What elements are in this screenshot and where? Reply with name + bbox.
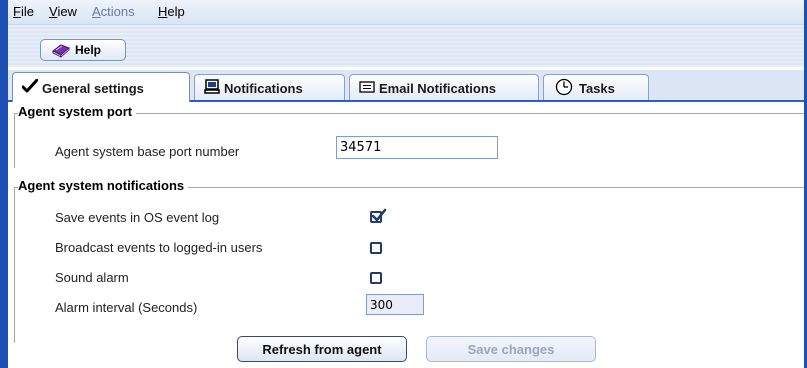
menu-help[interactable]: Help [158, 4, 185, 19]
sound-alarm-checkbox[interactable] [370, 272, 382, 284]
tab-general-settings-label: General settings [42, 81, 144, 96]
tab-strip: General settings Notifications Email Not… [8, 70, 804, 102]
menu-actions[interactable]: Actions [92, 4, 135, 19]
toolbar: Help [8, 25, 804, 67]
book-icon [51, 42, 71, 61]
port-group-border [14, 113, 15, 168]
menu-bar: File View Actions Help [8, 0, 804, 25]
save-events-label: Save events in OS event log [55, 210, 220, 225]
tab-notifications-label: Notifications [224, 81, 303, 96]
checkmark-icon [21, 78, 39, 96]
base-port-input[interactable] [336, 136, 498, 159]
save-events-checkbox[interactable] [370, 208, 387, 223]
notifications-group-title: Agent system notifications [18, 178, 189, 193]
refresh-from-agent-button[interactable]: Refresh from agent [237, 336, 407, 362]
envelope-icon [359, 81, 375, 96]
port-group-title: Agent system port [18, 104, 137, 119]
broadcast-events-label: Broadcast events to logged-in users [55, 240, 263, 255]
tab-tasks-label: Tasks [579, 81, 615, 96]
broadcast-events-checkbox[interactable] [370, 242, 382, 254]
menu-file[interactable]: File [13, 4, 34, 19]
help-button[interactable]: Help [40, 39, 126, 61]
save-changes-button[interactable]: Save changes [426, 336, 596, 362]
tab-general-settings[interactable]: General settings [12, 72, 190, 102]
alarm-interval-input[interactable] [366, 294, 424, 315]
tab-email-notifications-label: Email Notifications [379, 81, 497, 96]
help-button-label: Help [75, 43, 102, 57]
menu-view[interactable]: View [49, 4, 77, 19]
notifications-group-border [14, 187, 15, 343]
window-left-border [0, 0, 8, 368]
sound-alarm-label: Sound alarm [55, 270, 129, 285]
alarm-interval-label: Alarm interval (Seconds) [55, 300, 198, 315]
base-port-label: Agent system base port number [55, 144, 240, 159]
tab-notifications[interactable]: Notifications [194, 74, 345, 100]
tab-email-notifications[interactable]: Email Notifications [349, 74, 539, 100]
tab-tasks[interactable]: Tasks [543, 74, 649, 100]
checkmark-icon [371, 207, 387, 226]
computer-icon [204, 79, 220, 98]
clock-icon [555, 78, 573, 99]
agent-settings-window: File View Actions Help Help General sett… [8, 0, 804, 368]
